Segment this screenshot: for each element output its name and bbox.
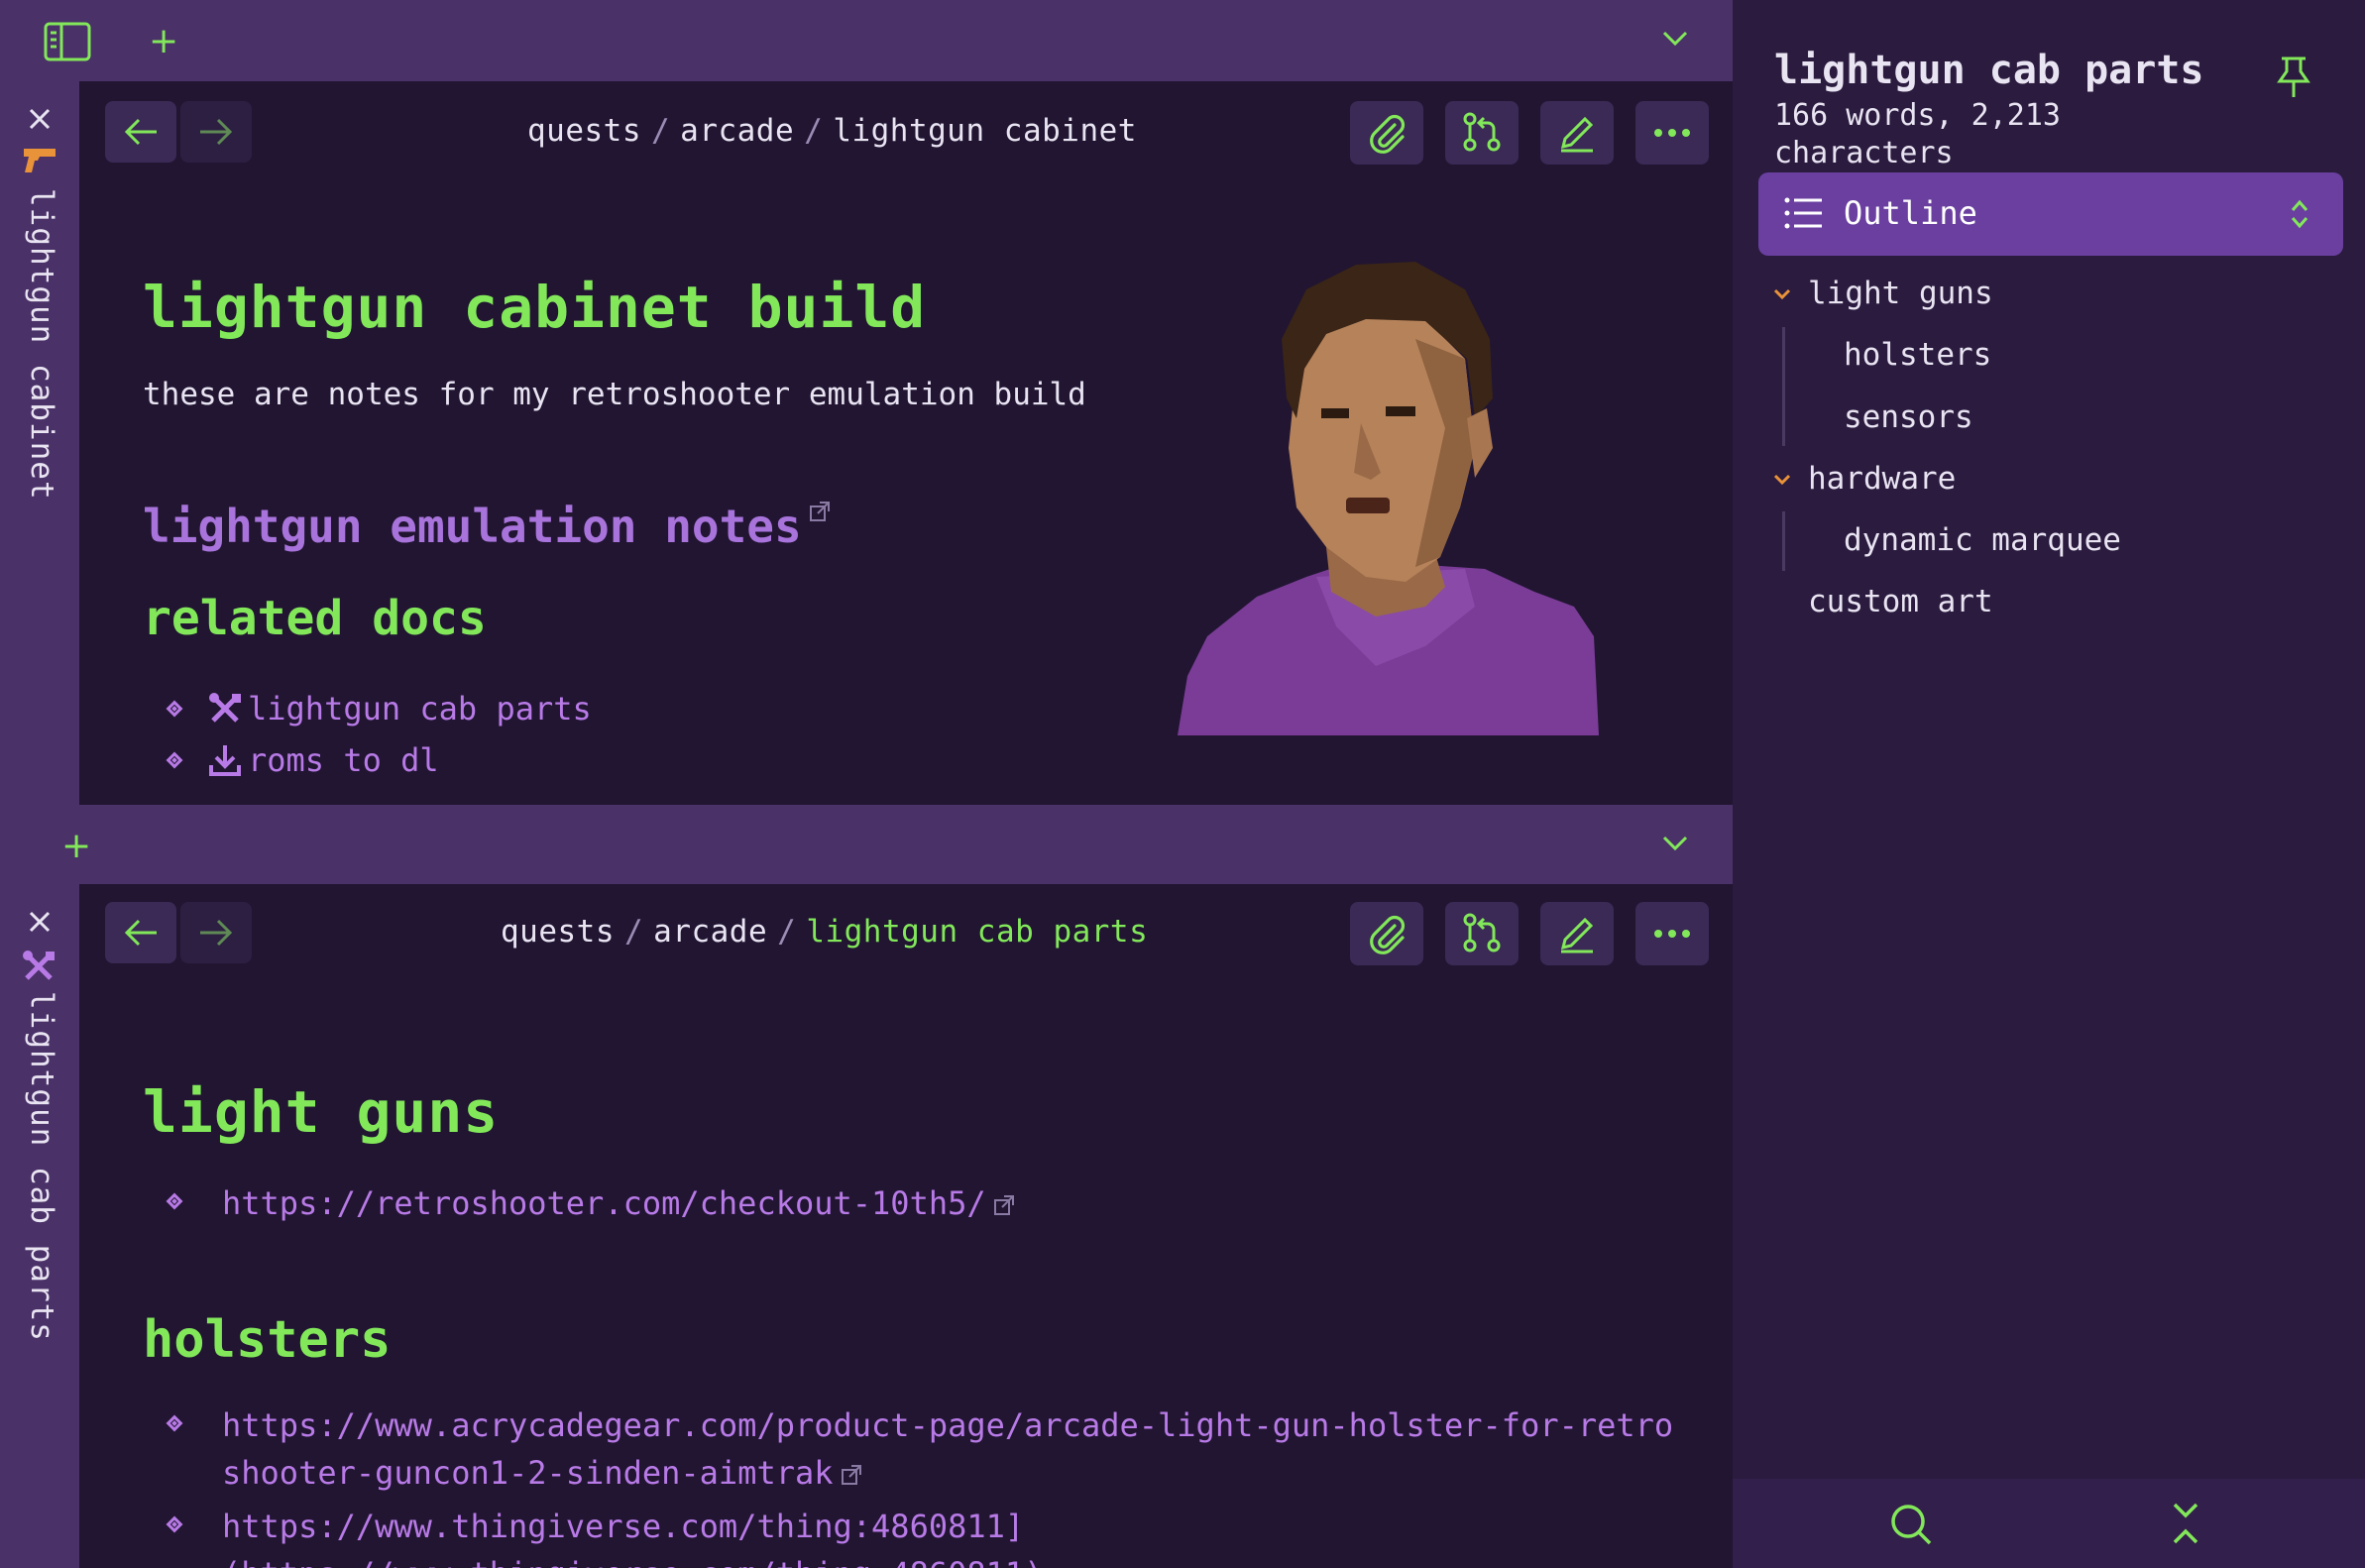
related-docs-heading: related docs: [143, 591, 487, 646]
url-link[interactable]: https://www.acrycadegear.com/product-pag…: [222, 1406, 1673, 1492]
collapse-all-icon[interactable]: [2171, 1501, 2200, 1546]
close-icon[interactable]: [28, 910, 52, 934]
pull-request-button[interactable]: [1445, 101, 1519, 165]
tools-icon: [208, 692, 242, 726]
more-options-button[interactable]: [1635, 101, 1709, 165]
page-title: lightgun cabinet build: [143, 274, 927, 341]
search-icon[interactable]: [1889, 1503, 1933, 1546]
edit-button[interactable]: [1540, 902, 1614, 965]
sidebar-toggle-icon[interactable]: [44, 22, 91, 61]
chevron-updown-icon: [2290, 198, 2309, 230]
emulation-notes-link[interactable]: lightgun emulation notes: [143, 500, 832, 553]
outline-item[interactable]: light guns: [1808, 276, 1993, 311]
list-item[interactable]: lightgun cab parts: [166, 690, 592, 728]
outline-select-label: Outline: [1844, 194, 1977, 232]
outline-item[interactable]: sensors: [1844, 399, 1973, 435]
outline-select[interactable]: Outline: [1758, 172, 2343, 256]
external-link-icon: [840, 1463, 863, 1487]
download-icon: [208, 743, 242, 777]
breadcrumb-current[interactable]: lightgun cabinet: [833, 113, 1137, 149]
related-doc-label[interactable]: roms to dl: [248, 741, 439, 779]
new-tab-button[interactable]: +: [61, 829, 91, 864]
list-item[interactable]: https://retroshooter.com/checkout-10th5/: [166, 1179, 1675, 1227]
url-link[interactable]: https://www.thingiverse.com/thing:486081…: [222, 1508, 1024, 1545]
chevron-down-icon[interactable]: [1661, 30, 1689, 48]
outline-guide: [1782, 327, 1785, 446]
bottom-editor-pane: quests / arcade / lightgun cab parts light g…: [79, 884, 1733, 1568]
list-item[interactable]: https://www.acrycadegear.com/product-pag…: [166, 1401, 1675, 1497]
section-heading-light-guns: light guns: [143, 1078, 500, 1146]
edit-button[interactable]: [1540, 101, 1614, 165]
breadcrumb: quests / arcade / lightgun cab parts: [501, 914, 1149, 950]
vertical-tab-lightgun-cab-parts[interactable]: lightgun cab parts: [0, 884, 79, 1568]
section-heading-holsters: holsters: [143, 1310, 392, 1370]
word-count: 166 words, 2,213 characters: [1774, 98, 2061, 170]
bottom-tab-strip: +: [0, 805, 1733, 884]
forward-button[interactable]: [180, 902, 252, 963]
breadcrumb-item[interactable]: arcade: [653, 914, 767, 950]
vertical-tab-label: lightgun cab parts: [24, 991, 59, 1342]
sidebar-footer: [1733, 1479, 2365, 1568]
url-link[interactable]: https://retroshooter.com/checkout-10th5/: [222, 1184, 986, 1222]
intro-paragraph: these are notes for my retroshooter emul…: [143, 377, 1086, 412]
vertical-tab-label: lightgun cabinet: [24, 188, 59, 501]
back-button[interactable]: [105, 101, 176, 163]
breadcrumb: quests / arcade / lightgun cabinet: [527, 113, 1137, 149]
outline-item[interactable]: dynamic marquee: [1844, 522, 2121, 558]
outline-item[interactable]: holsters: [1844, 337, 1991, 373]
vertical-tab-lightgun-cabinet[interactable]: lightgun cabinet: [0, 81, 79, 805]
forward-button[interactable]: [180, 101, 252, 163]
outline-sidebar: lightgun cab parts 166 words, 2,213 char…: [1733, 0, 2365, 1568]
chevron-down-icon[interactable]: [1661, 835, 1689, 852]
pin-icon[interactable]: [2276, 56, 2311, 99]
related-doc-label[interactable]: lightgun cab parts: [248, 690, 592, 728]
outline-guide: [1782, 511, 1785, 571]
attach-button[interactable]: [1350, 101, 1423, 165]
external-link-icon: [992, 1193, 1016, 1217]
breadcrumb-current[interactable]: lightgun cab parts: [806, 914, 1148, 950]
external-link-icon: [808, 500, 832, 523]
chevron-down-icon[interactable]: [1772, 287, 1792, 301]
outline-item[interactable]: custom art: [1808, 584, 1993, 619]
chevron-down-icon[interactable]: [1772, 473, 1792, 487]
pull-request-button[interactable]: [1445, 902, 1519, 965]
breadcrumb-item[interactable]: arcade: [680, 113, 794, 149]
more-options-button[interactable]: [1635, 902, 1709, 965]
top-tab-strip: +: [0, 0, 1733, 81]
new-tab-button[interactable]: +: [149, 24, 178, 59]
list-icon: [1784, 196, 1824, 230]
list-item[interactable]: roms to dl: [166, 741, 439, 779]
sidebar-title: lightgun cab parts: [1774, 48, 2204, 93]
tools-icon: [22, 950, 56, 983]
breadcrumb-item[interactable]: quests: [527, 113, 641, 149]
portrait-image: [1178, 250, 1663, 735]
close-icon[interactable]: [28, 107, 52, 131]
attach-button[interactable]: [1350, 902, 1423, 965]
top-editor-pane: quests / arcade / lightgun cabinet lightgun …: [79, 81, 1733, 805]
breadcrumb-item[interactable]: quests: [501, 914, 615, 950]
list-item[interactable]: https://www.thingiverse.com/thing:486081…: [166, 1503, 1675, 1568]
pistol-icon: [22, 145, 57, 176]
back-button[interactable]: [105, 902, 176, 963]
url-link[interactable]: (https://www.thingiverse.com/thing:48608…: [222, 1555, 1043, 1568]
outline-item[interactable]: hardware: [1808, 461, 1956, 497]
